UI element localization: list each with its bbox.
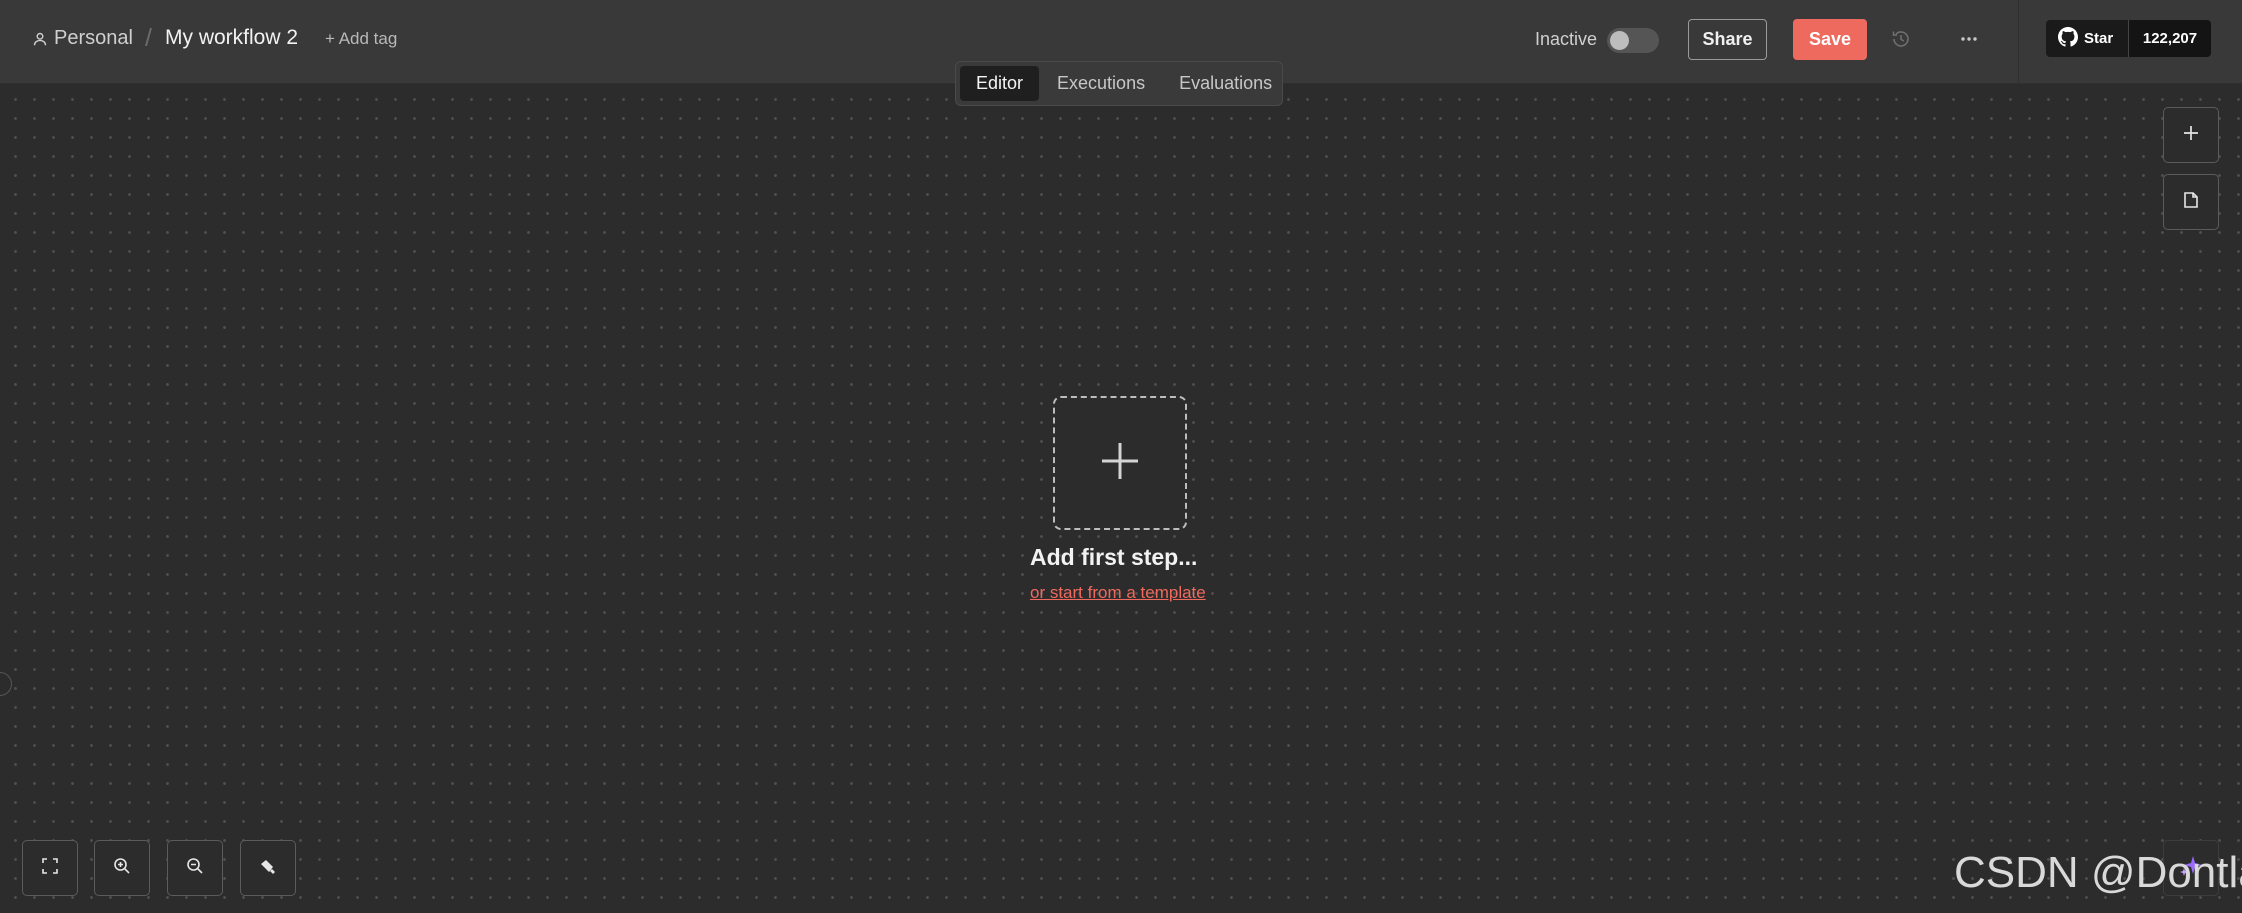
tidy-up-icon: [258, 856, 278, 881]
add-first-step-label: Add first step...: [1030, 544, 1198, 570]
tab-executions[interactable]: Executions: [1041, 66, 1161, 101]
toggle-knob: [1610, 31, 1629, 50]
more-dots-icon[interactable]: [1958, 28, 1980, 55]
history-icon[interactable]: [1890, 28, 1912, 55]
zoom-out-button[interactable]: [167, 840, 223, 896]
plus-icon: [1099, 440, 1141, 487]
fit-view-icon: [40, 856, 60, 881]
active-toggle[interactable]: [1607, 28, 1659, 53]
github-icon: [2058, 26, 2078, 51]
start-from-template-link[interactable]: or start from a template: [1030, 583, 1206, 603]
zoom-out-icon: [185, 856, 205, 881]
github-star-count[interactable]: 122,207: [2129, 20, 2211, 57]
breadcrumb-separator: /: [145, 24, 152, 52]
github-star-button[interactable]: Star: [2046, 20, 2129, 57]
tab-editor[interactable]: Editor: [960, 66, 1040, 101]
add-sticky-note-button[interactable]: [2163, 174, 2219, 230]
breadcrumb-project[interactable]: Personal: [54, 27, 133, 50]
status-label: Inactive: [1535, 29, 1598, 49]
github-star-widget[interactable]: Star 122,207: [2046, 20, 2211, 57]
add-tag-button[interactable]: + Add tag: [325, 29, 397, 49]
save-button[interactable]: Save: [1793, 19, 1867, 60]
github-star-label: Star: [2084, 30, 2114, 47]
view-tabs: Editor Executions Evaluations: [955, 61, 1283, 106]
add-first-step-button[interactable]: [1053, 396, 1187, 530]
zoom-in-button[interactable]: [94, 840, 150, 896]
header-divider: [2018, 0, 2019, 84]
zoom-in-icon: [112, 856, 132, 881]
share-button[interactable]: Share: [1688, 19, 1767, 60]
workflow-name[interactable]: My workflow 2: [165, 26, 298, 50]
tab-evaluations[interactable]: Evaluations: [1163, 66, 1288, 101]
plus-icon: [2181, 123, 2201, 148]
sticky-note-icon: [2181, 190, 2201, 215]
fit-view-button[interactable]: [22, 840, 78, 896]
person-icon: [33, 32, 47, 51]
tidy-up-button[interactable]: [240, 840, 296, 896]
watermark-text: CSDN @Dontla: [1954, 848, 2242, 897]
open-nodes-panel-button[interactable]: [2163, 107, 2219, 163]
